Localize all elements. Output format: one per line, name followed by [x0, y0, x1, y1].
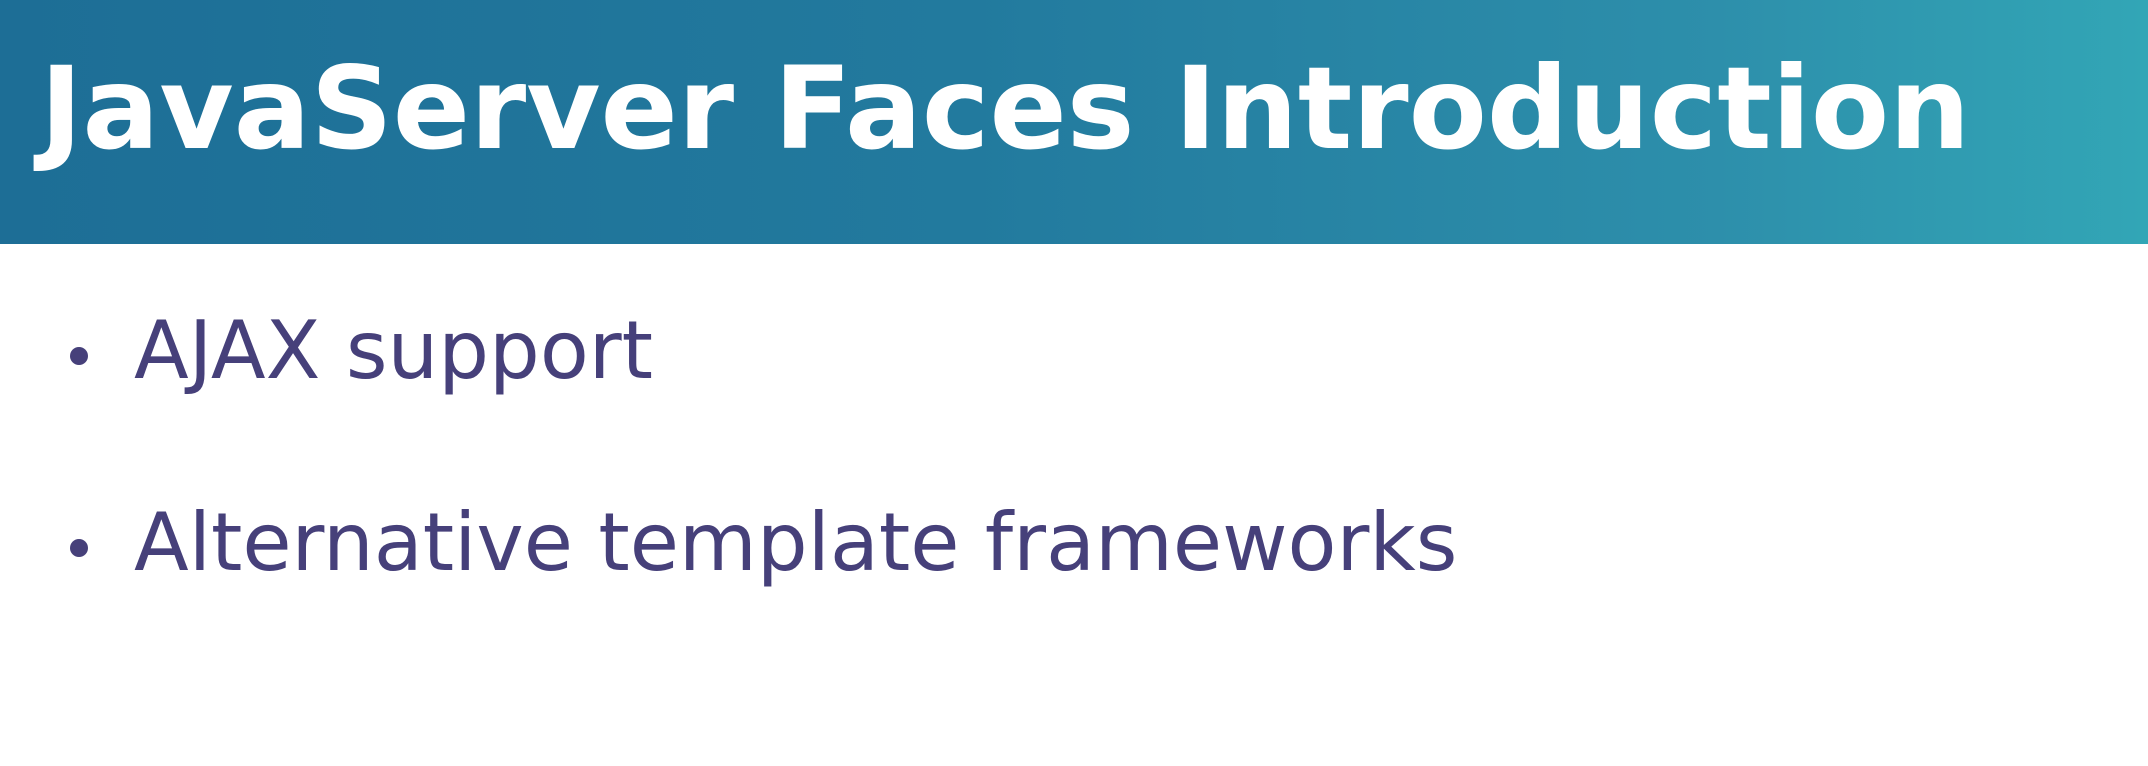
bullet-dot-icon	[70, 539, 88, 557]
bullet-item-alternative-template-frameworks: Alternative template frameworks	[70, 497, 1770, 597]
presentation-slide: JavaServer Faces Introduction AJAX suppo…	[0, 0, 2148, 766]
bullet-text: AJAX support	[134, 304, 654, 397]
bullet-text: Alternative template frameworks	[134, 496, 1458, 589]
slide-header: JavaServer Faces Introduction	[0, 0, 2148, 244]
slide-title: JavaServer Faces Introduction	[40, 42, 1971, 175]
bullet-item-ajax-support: AJAX support	[70, 305, 1770, 405]
bullet-dot-icon	[70, 347, 88, 365]
